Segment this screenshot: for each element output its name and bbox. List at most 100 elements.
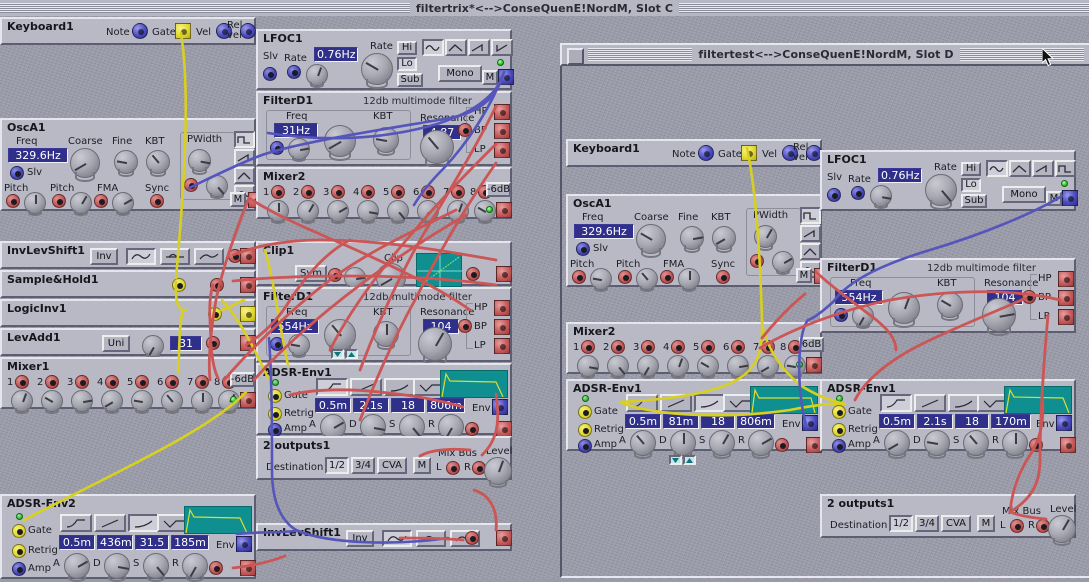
fma-jack[interactable] [660,270,674,284]
radsr-decay-display[interactable]: 81m [663,414,699,429]
sym-button[interactable]: Sym [295,265,327,282]
adsr1-sustain-display[interactable]: 18 [391,398,425,413]
mixer1-in-1[interactable] [15,375,29,389]
logic-out-jack[interactable] [240,306,256,322]
r2adsr-attack-knob[interactable] [884,430,910,460]
filter-lp-out-jack[interactable] [494,338,510,354]
ils2-out-jack[interactable] [496,530,512,546]
rlfo-wave-sine-button[interactable] [986,160,1008,177]
rfilter-kbt-knob[interactable] [937,292,963,322]
mixer2-knob-4[interactable] [357,200,379,225]
waveform-saw-button[interactable] [234,149,255,166]
mixer2-knob-5[interactable] [387,200,409,225]
radsr-env-out-jack[interactable] [802,415,818,431]
r2adsr-retrig-jack[interactable] [832,423,846,437]
mixer1-knob-4[interactable] [101,390,123,415]
radsr-attack-display[interactable]: 0.5m [625,414,661,429]
r2adsr-release-display[interactable]: 170m [991,414,1031,429]
radsr-curve-exp-button[interactable] [626,394,658,412]
pwidth-knob[interactable] [754,225,777,251]
rout-level-knob[interactable] [1048,515,1076,547]
coarse-knob[interactable] [70,148,100,182]
mixer2-in-1[interactable] [271,185,285,199]
rout-l-jack[interactable] [1010,519,1024,533]
r2adsr-curve-log-button[interactable] [948,394,980,412]
filter-cutoff-knob[interactable] [324,319,356,356]
kbt-knob[interactable] [712,226,736,253]
module-2outputs1-right[interactable]: 2 outputs1 Destination 1/2 3/4 CVA M Mix… [820,494,1076,547]
rmixer2-knob-2[interactable] [607,355,629,380]
adsr2-amp-out-jack[interactable] [240,560,256,576]
filter-freq-mod-knob[interactable] [288,334,310,359]
rlfo-hi-button[interactable]: Hi [961,162,981,176]
adsr2-curve-log-button[interactable] [128,514,160,532]
module-adsr-env1-left[interactable]: ADSR-Env1 Gate Retrig Amp 0.5m 2.1s 18 8… [256,363,512,444]
radsr-decay-knob[interactable] [670,430,696,460]
rmixer2-in-4[interactable] [671,340,685,354]
rfilter-hp-out-jack[interactable] [1058,271,1074,287]
gate-out-jack[interactable] [175,23,191,39]
levadd-display[interactable]: 31 [170,336,202,351]
rmixer2-knob-4[interactable] [667,355,689,380]
rfilter-cutoff-knob[interactable] [888,292,920,329]
adsr1-gate-jack[interactable] [268,389,282,403]
rlfo-mute-button[interactable]: M [1046,191,1062,206]
rlfo-rate-mod-knob[interactable] [870,185,892,210]
mixer1-knob-1[interactable] [11,390,33,415]
adsr2-release-display[interactable]: 185m [171,535,209,550]
filter-freq-display[interactable]: 31Hz [274,123,318,138]
filter-res-knob[interactable] [420,130,454,169]
pwidth-mod-jack[interactable] [750,254,764,268]
shape-neg-button[interactable] [194,248,224,265]
mixer1-in-4[interactable] [105,375,119,389]
coarse-knob[interactable] [636,224,666,258]
r2adsr-attack-display[interactable]: 0.5m [879,414,915,429]
decay-up-spinner[interactable] [683,455,696,465]
filter-lp-out-jack[interactable] [494,142,510,158]
dest-cva-button[interactable]: CVA [377,457,407,474]
rmixer2-knob-7[interactable] [757,355,779,380]
lfo-slv-jack[interactable] [263,67,277,81]
adsr2-attack-display[interactable]: 0.5m [59,535,95,550]
pitch-knob-2[interactable] [636,268,658,293]
rlfo-sub-button[interactable]: Sub [961,194,987,208]
adsr2-decay-display[interactable]: 436m [97,535,133,550]
rmixer2-in-1[interactable] [581,340,595,354]
radsr-release-knob[interactable] [748,430,774,460]
module-mixer1[interactable]: Mixer1 1 2 3 4 5 6 7 8 -6dB [0,357,256,415]
pitch-knob-1[interactable] [590,268,612,293]
rfilter-freq-mod-jack[interactable] [834,308,848,322]
module-lfoc1-right[interactable]: LFOC1 Slv Rate 0.76Hz Rate Hi Lo Sub Mon… [820,150,1078,211]
rmixer2-in-6[interactable] [731,340,745,354]
pitch-knob-1[interactable] [24,192,46,217]
close-icon[interactable] [567,48,584,65]
module-logicinv1[interactable]: LogicInv1 [0,299,256,327]
r2adsr-sustain-knob[interactable] [963,430,989,460]
logic-in-jack[interactable] [208,307,222,321]
rmixer2-knob-5[interactable] [697,355,719,380]
filter-cutoff-knob[interactable] [324,125,356,162]
pwidth-mod-knob[interactable] [206,175,228,200]
rmixer2-6db-button[interactable]: 6dB [799,337,824,352]
radsr-amp-in-jack[interactable] [775,438,789,452]
sync-jack[interactable] [150,194,164,208]
rfilter-freq-display[interactable]: 554Hz [835,290,883,305]
adsr2-gate-jack[interactable] [12,524,26,538]
slv-jack[interactable] [10,166,24,180]
adsr1-curve-lin-button[interactable] [350,378,382,396]
adsr2-attack-knob[interactable] [64,553,90,582]
adsr2-sustain-knob[interactable] [143,553,169,582]
waveform-saw-button[interactable] [800,225,821,242]
mixer1-knob-8[interactable] [218,390,240,415]
module-invlevshift1-bottom[interactable]: InvLevShift1 Inv [256,523,512,551]
rmixer2-out-jack[interactable] [806,357,822,373]
rmixer2-in-2[interactable] [611,340,625,354]
rlfo-lo-button[interactable]: Lo [961,178,981,192]
rlfo-mono-button[interactable]: Mono [1002,186,1046,203]
rmixer2-in-3[interactable] [641,340,655,354]
radsr-curve-log-button[interactable] [694,394,726,412]
filter-bp-out-jack[interactable] [494,123,510,139]
adsr1-env-out-jack[interactable] [492,399,508,415]
module-keyboard1-left[interactable]: Keyboard1 Note Gate Vel Rel vel [0,17,256,45]
mixer2-in-6[interactable] [421,185,435,199]
